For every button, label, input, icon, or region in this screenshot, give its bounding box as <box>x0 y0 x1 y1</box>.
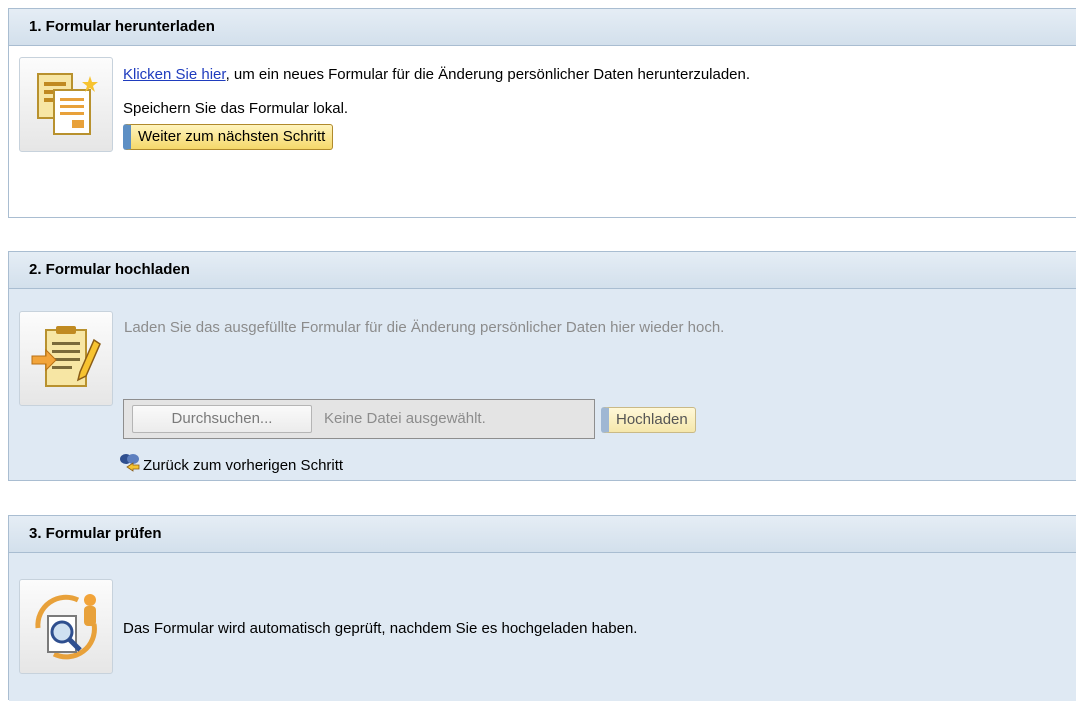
step1-title: 1. Formular herunterladen <box>9 9 1076 46</box>
step2-description: Laden Sie das ausgefüllte Formular für d… <box>124 319 725 336</box>
browse-button[interactable]: Durchsuchen... <box>132 405 312 433</box>
step2-panel: 2. Formular hochladen Laden Sie das ausg… <box>8 251 1076 481</box>
step1-panel: 1. Formular herunterladen Klicken Sie hi… <box>8 8 1076 218</box>
step3-panel: 3. Formular prüfen Das Formular wird aut… <box>8 515 1076 701</box>
form-check-icon <box>19 579 113 674</box>
step2-body: Laden Sie das ausgefüllte Formular für d… <box>9 289 1076 480</box>
step1-description-rest: , um ein neues Formular für die Änderung… <box>225 66 751 83</box>
step1-save-hint: Speichern Sie das Formular lokal. <box>123 100 349 117</box>
form-download-icon <box>19 57 113 152</box>
step1-body: Klicken Sie hier, um ein neues Formular … <box>9 46 1076 217</box>
back-arrow-icon <box>120 454 140 472</box>
step2-title: 2. Formular hochladen <box>9 252 1076 289</box>
step1-description: Klicken Sie hier, um ein neues Formular … <box>123 66 750 83</box>
form-upload-icon <box>19 311 113 406</box>
next-step-button[interactable]: Weiter zum nächsten Schritt <box>123 124 334 150</box>
back-link-label: Zurück zum vorherigen Schritt <box>143 457 344 474</box>
upload-button[interactable]: Hochladen <box>601 407 696 433</box>
step3-title: 3. Formular prüfen <box>9 516 1076 553</box>
step3-description: Das Formular wird automatisch geprüft, n… <box>123 620 638 637</box>
download-form-link[interactable]: Klicken Sie hier <box>123 66 226 83</box>
file-status-text: Keine Datei ausgewählt. <box>324 410 486 427</box>
step3-body: Das Formular wird automatisch geprüft, n… <box>9 553 1076 701</box>
file-upload-field[interactable]: Durchsuchen... Keine Datei ausgewählt. <box>123 399 595 439</box>
back-link[interactable]: Zurück zum vorherigen Schritt <box>119 453 343 474</box>
